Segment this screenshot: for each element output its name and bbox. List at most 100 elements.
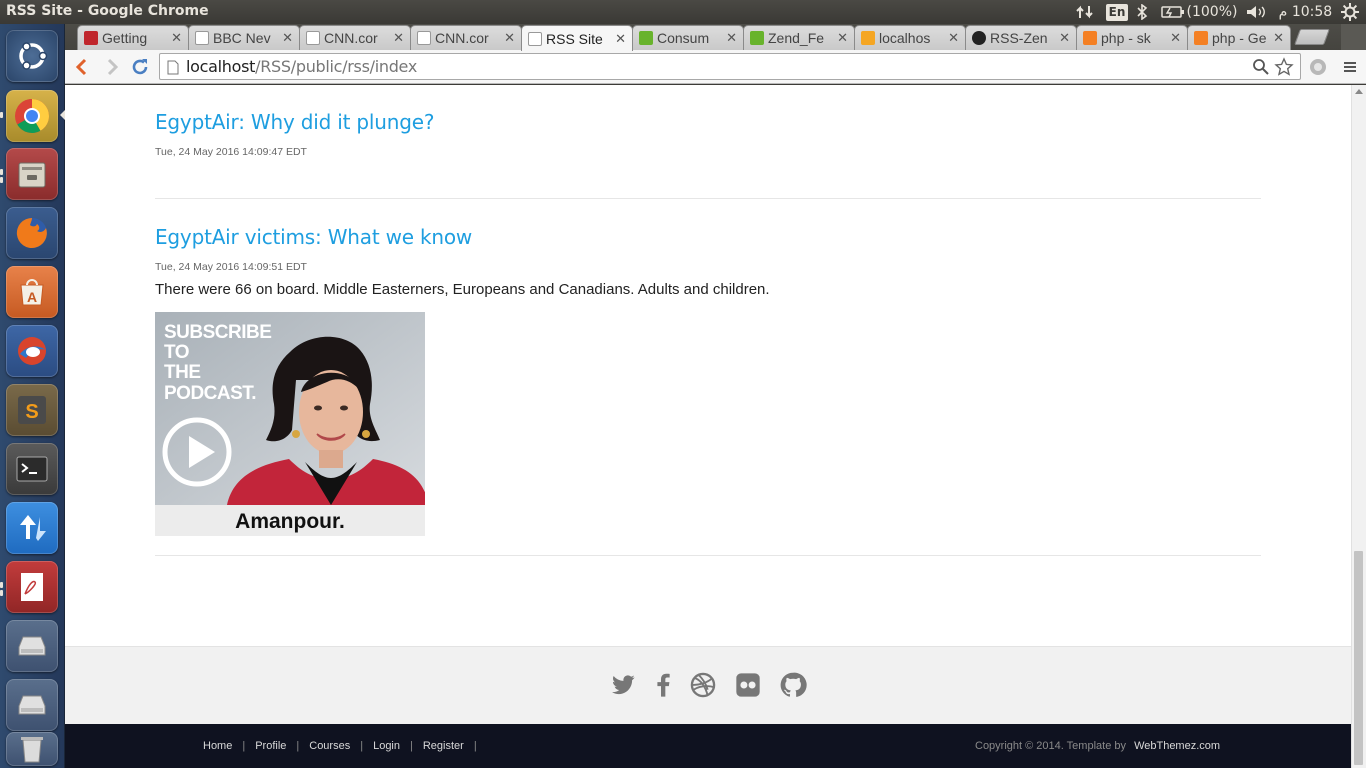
tab-favicon-icon: [84, 31, 98, 45]
tab-favicon-icon: [417, 31, 431, 45]
forward-arrow-icon[interactable]: [101, 56, 123, 78]
bluetooth-icon[interactable]: [1134, 2, 1150, 22]
page-scrollbar[interactable]: [1351, 85, 1366, 768]
window-title: RSS Site - Google Chrome: [6, 3, 209, 19]
tab-favicon-icon: [639, 31, 653, 45]
files-icon[interactable]: [6, 148, 58, 200]
tab-close-icon[interactable]: ✕: [1059, 30, 1070, 46]
tab-label: php - Ge: [1212, 30, 1267, 46]
scrollbar-thumb[interactable]: [1354, 551, 1363, 765]
keyboard-layout-indicator[interactable]: En: [1105, 2, 1129, 22]
battery-icon[interactable]: [1159, 2, 1187, 22]
tab-close-icon[interactable]: ✕: [504, 30, 515, 46]
volume-icon[interactable]: [1244, 2, 1268, 22]
copyright-notice: Copyright © 2014. Template by WebThemez.…: [975, 740, 1220, 752]
post-separator: [155, 198, 1261, 199]
footer-divider: |: [473, 740, 477, 752]
browser-tab[interactable]: php - sk ✕: [1076, 25, 1188, 50]
podcast-promo-image[interactable]: SUBSCRIBE TO THE PODCAST. Amanpour.: [155, 312, 425, 536]
tab-label: Consum: [657, 30, 710, 46]
trash-icon[interactable]: [6, 732, 58, 766]
browser-tab[interactable]: Consum ✕: [632, 25, 744, 50]
facebook-icon[interactable]: [648, 670, 678, 700]
browser-tab[interactable]: localhos ✕: [854, 25, 966, 50]
tab-favicon-icon: [195, 31, 209, 45]
browser-tab[interactable]: php - Ge ✕: [1187, 25, 1291, 50]
tab-close-icon[interactable]: ✕: [393, 30, 404, 46]
tab-close-icon[interactable]: ✕: [726, 30, 737, 46]
tab-close-icon[interactable]: ✕: [948, 30, 959, 46]
battery-percentage: (100%): [1186, 4, 1238, 20]
podcast-text-line4: PODCAST.: [164, 383, 256, 404]
new-tab-button[interactable]: [1294, 29, 1330, 45]
dribbble-icon[interactable]: [688, 670, 718, 700]
software-center-icon[interactable]: A: [6, 266, 58, 318]
browser-tab[interactable]: CNN.cor ✕: [299, 25, 411, 50]
tab-close-icon[interactable]: ✕: [1170, 30, 1181, 46]
window-controls: [1341, 24, 1366, 50]
post-separator: [155, 555, 1261, 556]
twitter-icon[interactable]: [608, 670, 638, 700]
svg-text:A: A: [27, 289, 37, 305]
footer-divider: |: [410, 740, 413, 752]
extension-icon[interactable]: [1307, 56, 1329, 78]
network-icon[interactable]: [1074, 2, 1096, 22]
footer-link-profile[interactable]: Profile: [255, 740, 286, 752]
system-settings-gear-icon[interactable]: [1340, 2, 1360, 22]
browser-tab[interactable]: Zend_Fe ✕: [743, 25, 855, 50]
clock[interactable]: 10:58: [1292, 2, 1332, 22]
terminal-icon[interactable]: [6, 443, 58, 495]
svg-text:S: S: [25, 401, 38, 423]
footer-divider: |: [242, 740, 246, 752]
post-title-link[interactable]: EgyptAir: Why did it plunge?: [155, 110, 1261, 134]
flickr-icon[interactable]: [733, 670, 763, 700]
rss-post: EgyptAir: Why did it plunge? Tue, 24 May…: [155, 110, 1261, 158]
chrome-icon[interactable]: [6, 90, 58, 142]
browser-tab[interactable]: Getting ✕: [77, 25, 189, 50]
github-icon[interactable]: [778, 670, 808, 700]
clock-ampm: م: [1278, 4, 1288, 20]
search-icon[interactable]: [1252, 58, 1270, 81]
tab-label: RSS Site: [546, 30, 603, 47]
ubuntu-dash-icon[interactable]: [6, 30, 58, 82]
reload-icon[interactable]: [129, 56, 151, 78]
drive-icon[interactable]: [6, 620, 58, 672]
browser-tab[interactable]: CNN.cor ✕: [410, 25, 522, 50]
post-date: Tue, 24 May 2016 14:09:51 EDT: [155, 261, 307, 273]
sublime-text-icon[interactable]: S: [6, 384, 58, 436]
page-viewport: EgyptAir: Why did it plunge? Tue, 24 May…: [65, 85, 1351, 768]
podcast-text-line2: TO: [164, 342, 189, 363]
footer-nav: Home | Profile | Courses | Login | Regis…: [203, 740, 487, 752]
post-description: There were 66 on board. Middle Easterner…: [155, 281, 770, 298]
footer-link-login[interactable]: Login: [373, 740, 400, 752]
footer-link-home[interactable]: Home: [203, 740, 232, 752]
tab-close-icon[interactable]: ✕: [837, 30, 848, 46]
footer-social-bar: [65, 646, 1351, 724]
firefox-icon[interactable]: [6, 207, 58, 259]
scroll-up-arrow-icon[interactable]: [1355, 89, 1363, 94]
footer-divider: |: [296, 740, 300, 752]
podcast-text-line1: SUBSCRIBE: [164, 322, 271, 343]
document-viewer-icon[interactable]: [6, 561, 58, 613]
footer-link-register[interactable]: Register: [423, 740, 464, 752]
footer-divider: |: [360, 740, 364, 752]
template-credit-link[interactable]: WebThemez.com: [1134, 740, 1220, 752]
thunderbird-icon[interactable]: [6, 325, 58, 377]
software-updater-icon[interactable]: [6, 502, 58, 554]
copyright-text: Copyright © 2014. Template by: [975, 740, 1126, 752]
tab-close-icon[interactable]: ✕: [171, 30, 182, 46]
drive-icon[interactable]: [6, 679, 58, 731]
browser-tab[interactable]: RSS-Zen ✕: [965, 25, 1077, 50]
footer-link-courses[interactable]: Courses: [309, 740, 350, 752]
browser-tab[interactable]: BBC Nev ✕: [188, 25, 300, 50]
back-arrow-icon[interactable]: [71, 56, 93, 78]
tab-close-icon[interactable]: ✕: [1273, 30, 1284, 46]
address-bar[interactable]: localhost/RSS/public/rss/index: [159, 53, 1301, 80]
tab-close-icon[interactable]: ✕: [615, 31, 626, 47]
bookmark-star-icon[interactable]: [1274, 57, 1294, 82]
chrome-menu-icon[interactable]: [1339, 56, 1361, 78]
post-title-link[interactable]: EgyptAir victims: What we know: [155, 225, 1261, 249]
tab-close-icon[interactable]: ✕: [282, 30, 293, 46]
browser-tab-active[interactable]: RSS Site ✕: [521, 25, 633, 51]
tab-favicon-icon: [528, 31, 542, 46]
